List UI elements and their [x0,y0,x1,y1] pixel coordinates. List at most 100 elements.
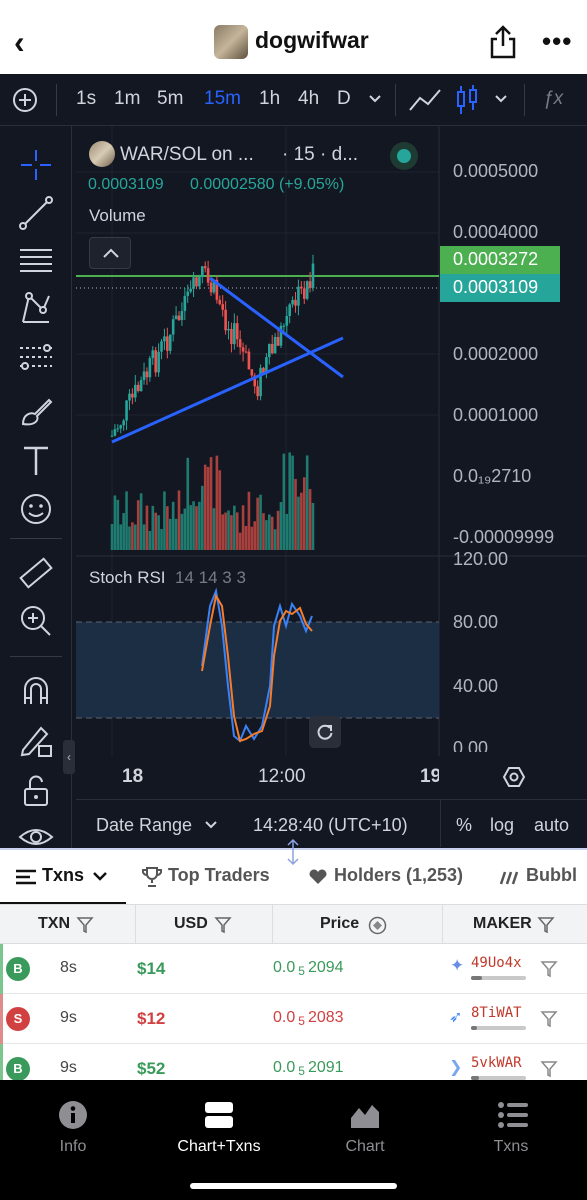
candle-body [273,336,277,354]
rsi-axis-label: 0.00 [453,738,489,752]
candle-body [119,425,123,429]
add-indicator-icon[interactable] [12,87,38,113]
interval-5m[interactable]: 5m [157,88,183,110]
candle-body [238,339,242,348]
candles-icon[interactable] [454,84,480,116]
divider [10,538,62,539]
candle-body [297,286,300,306]
magnet-icon[interactable] [17,672,55,710]
candle-body [221,304,224,310]
candle-body [186,291,190,296]
volume-bar [262,513,265,550]
chevron-down-icon[interactable] [93,872,107,882]
price-axis-label: 0.0005000 [453,161,539,181]
crosshair-icon[interactable] [17,146,55,184]
volume-bar [136,500,140,550]
back-chevron-icon[interactable]: ‹ [14,22,44,62]
nav-chart[interactable]: Chart [292,1080,438,1200]
nav-info[interactable]: Info [0,1080,146,1200]
pattern-icon[interactable] [17,290,55,328]
chevron-down-icon[interactable] [368,94,382,104]
fib-lines-icon[interactable] [17,242,55,280]
tab-bubblemaps[interactable]: Bubbl [526,865,577,886]
candle-body [288,304,291,316]
emoji-icon[interactable] [17,490,55,528]
trend-line-icon[interactable] [17,194,55,232]
interval-1s[interactable]: 1s [76,88,96,110]
auto-scale-toggle[interactable]: auto [534,815,569,836]
tab-txns[interactable]: Txns [42,865,84,886]
zoom-in-icon[interactable] [17,602,55,640]
filter-icon[interactable] [537,916,555,934]
line-chart-icon[interactable] [408,86,442,114]
volume-bar [145,505,149,550]
volume-bar [253,521,257,550]
more-options-icon[interactable]: ••• [542,26,572,57]
filter-icon[interactable] [214,916,232,934]
ruler-icon[interactable] [17,554,55,592]
candle-body [145,371,149,378]
candle-body [218,299,222,305]
volume-bar [265,520,268,550]
interval-4h[interactable]: 4h [298,88,319,110]
resize-handle-icon[interactable] [283,838,303,866]
percent-scale-toggle[interactable]: % [456,815,472,836]
page-title: dogwifwar [255,27,369,53]
candle-body [131,393,134,398]
trend-line-upper[interactable] [209,276,344,379]
share-icon[interactable] [488,24,518,60]
brush-icon[interactable] [17,392,55,430]
candle-body [268,343,271,358]
filter-maker-icon[interactable] [540,960,558,978]
tab-holders[interactable]: Holders (1,253) [334,865,463,886]
volume-bars [110,452,315,550]
candle-body [134,384,137,398]
table-row[interactable]: B 8s $14 0.0 5 2094 ✦ 49Uo4x [0,944,587,994]
collapse-legend-button[interactable] [89,237,131,269]
row-accent [0,994,3,1044]
date-range-selector[interactable]: Date Range [96,815,192,836]
candle-body [168,334,172,351]
nav-txns[interactable]: Txns [438,1080,584,1200]
interval-15m[interactable]: 15m [204,88,241,110]
filter-maker-icon[interactable] [540,1010,558,1028]
indicators-fx-icon[interactable]: ƒx [543,88,563,110]
lock-pencil-icon[interactable] [17,722,55,760]
candle-body [235,323,239,340]
collapse-toolbar-handle[interactable]: ‹ [63,740,75,774]
volume-bar [259,494,262,550]
candle-body [241,347,245,352]
chevron-down-icon[interactable] [494,94,508,104]
volume-bar [256,497,259,550]
chart-settings-icon[interactable] [502,765,526,789]
maker-address[interactable]: 49Uo4x [471,955,522,971]
filter-icon[interactable] [76,916,94,934]
filter-maker-icon[interactable] [540,1060,558,1078]
divider [135,905,136,945]
text-tool-icon[interactable] [17,442,55,480]
interval-1d[interactable]: D [337,88,351,110]
col-maker: MAKER [473,915,532,932]
bubblemap-icon [499,871,519,885]
symbol-name[interactable]: WAR/SOL on ... [120,144,254,166]
currency-toggle-icon[interactable] [368,916,387,935]
maker-address[interactable]: 5vkWAR [471,1055,522,1071]
divider [395,84,396,116]
nav-chart-txns[interactable]: Chart+Txns [146,1080,292,1200]
unlock-icon[interactable] [17,772,55,810]
table-row[interactable]: S 9s $12 0.0 5 2083 ➶ 8TiWAT [0,994,587,1044]
nav-chart-label: Chart [345,1138,385,1155]
log-scale-toggle[interactable]: log [490,815,514,836]
projection-icon[interactable] [17,338,55,376]
candle-body [256,386,259,397]
reset-chart-button[interactable] [309,716,341,748]
candle-body [305,281,309,299]
volume-bar [233,505,236,550]
interval-1h[interactable]: 1h [259,88,280,110]
candle-body [230,328,233,345]
nav-chart-txns-label: Chart+Txns [177,1138,261,1155]
chevron-down-icon[interactable] [205,821,217,830]
tab-top-traders[interactable]: Top Traders [168,865,270,886]
maker-address[interactable]: 8TiWAT [471,1005,522,1021]
interval-1m[interactable]: 1m [114,88,140,110]
